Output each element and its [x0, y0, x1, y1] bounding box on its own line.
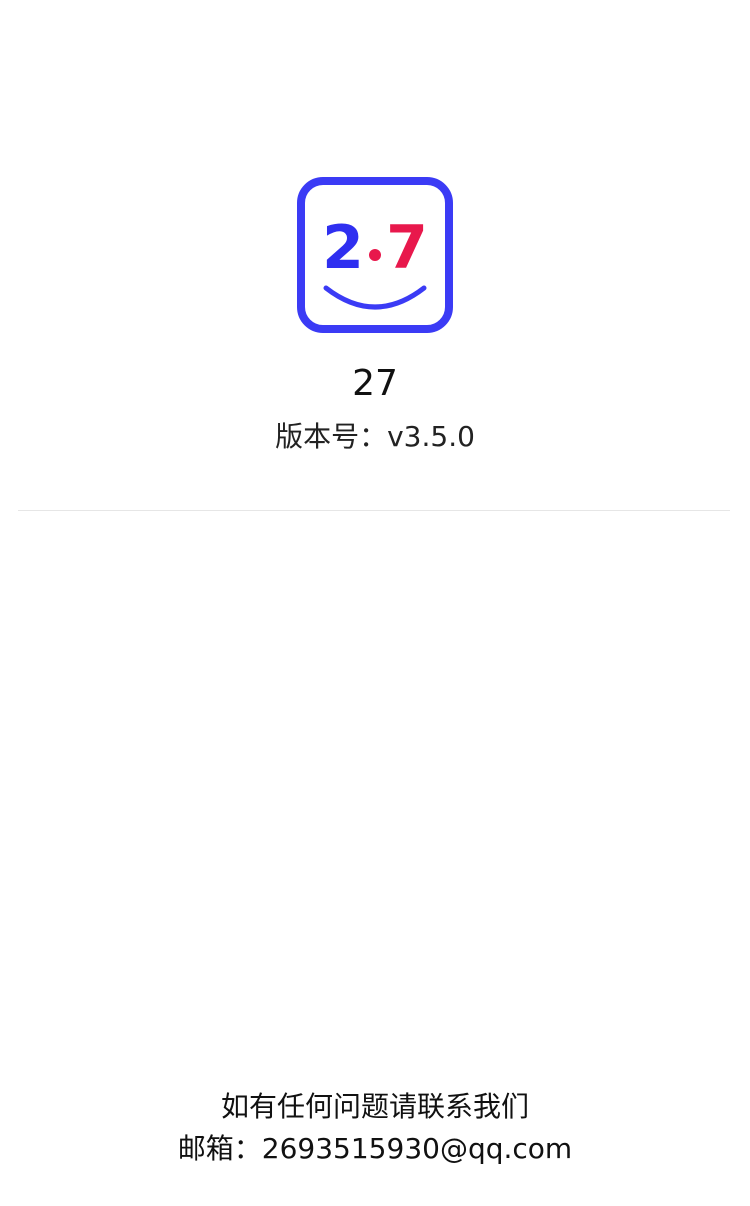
- logo-smile: [323, 285, 427, 310]
- divider: [18, 510, 730, 511]
- smiley-27-logo-icon: 2 7: [297, 177, 453, 333]
- logo-dot: [369, 249, 381, 261]
- contact-prompt: 如有任何问题请联系我们: [220, 1090, 529, 1123]
- logo-right-digit: 7: [386, 213, 428, 283]
- email-value[interactable]: 2693515930@qq.com: [262, 1132, 572, 1165]
- version-label: 版本号：: [275, 420, 388, 453]
- version-value: v3.5.0: [387, 420, 475, 453]
- logo-left-digit: 2: [322, 213, 364, 283]
- app-name: 27: [352, 363, 398, 404]
- version-line: 版本号：v3.5.0: [0, 418, 750, 456]
- app-logo: 2 7: [296, 176, 454, 334]
- email-line: 邮箱：2693515930@qq.com: [0, 1130, 750, 1168]
- email-label: 邮箱：: [177, 1132, 262, 1165]
